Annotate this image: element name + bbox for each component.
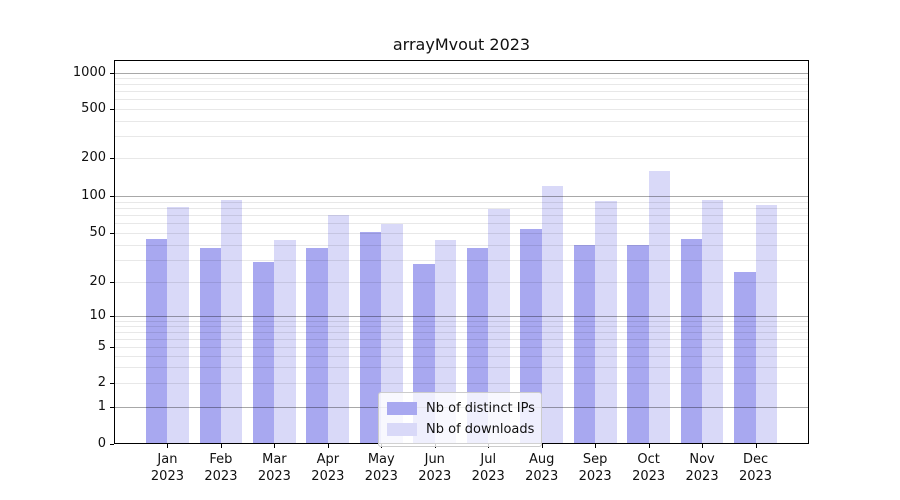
y-tick-label: 0 (40, 437, 106, 451)
x-tick-label: Jul2023 (456, 451, 520, 485)
legend-label-downloads: Nb of downloads (426, 422, 534, 437)
y-tick-label: 5 (40, 340, 106, 354)
y-tick-label: 2 (40, 376, 106, 390)
legend-swatch-distinct-ips (387, 402, 417, 415)
y-tick-label: 500 (40, 102, 106, 116)
x-tick-mark (595, 444, 596, 448)
chart-title: arrayMvout 2023 (114, 36, 809, 54)
y-tick-label: 100 (40, 189, 106, 203)
x-tick-label: Jan2023 (135, 451, 199, 485)
y-tick-label: 1000 (40, 66, 106, 80)
x-tick-label: Sep2023 (563, 451, 627, 485)
x-tick-label: May2023 (349, 451, 413, 485)
x-tick-label: Jun2023 (403, 451, 467, 485)
x-tick-label: Feb2023 (189, 451, 253, 485)
legend-row-distinct-ips: Nb of distinct IPs (387, 398, 533, 419)
x-tick-label: Dec2023 (724, 451, 788, 485)
x-tick-mark (274, 444, 275, 448)
legend: Nb of distinct IPs Nb of downloads (378, 392, 542, 447)
legend-swatch-downloads (387, 423, 417, 436)
y-tick-mark (110, 444, 114, 445)
x-tick-mark (328, 444, 329, 448)
y-tick-label: 10 (40, 309, 106, 323)
legend-label-distinct-ips: Nb of distinct IPs (426, 401, 535, 416)
plot-frame (114, 60, 809, 444)
x-tick-label: Apr2023 (296, 451, 360, 485)
x-tick-mark (649, 444, 650, 448)
y-tick-label: 200 (40, 151, 106, 165)
legend-row-downloads: Nb of downloads (387, 419, 533, 440)
chart-figure: arrayMvout 2023 0 1 2 5 10 20 50 100 200 500 1000 J… (0, 0, 900, 500)
x-tick-label: Nov2023 (670, 451, 734, 485)
x-tick-mark (221, 444, 222, 448)
x-tick-label: Aug2023 (510, 451, 574, 485)
y-tick-label: 20 (40, 275, 106, 289)
y-tick-label: 50 (40, 226, 106, 240)
x-tick-mark (756, 444, 757, 448)
x-tick-mark (702, 444, 703, 448)
x-tick-label: Mar2023 (242, 451, 306, 485)
x-tick-mark (167, 444, 168, 448)
x-tick-label: Oct2023 (617, 451, 681, 485)
y-tick-label: 1 (40, 400, 106, 414)
